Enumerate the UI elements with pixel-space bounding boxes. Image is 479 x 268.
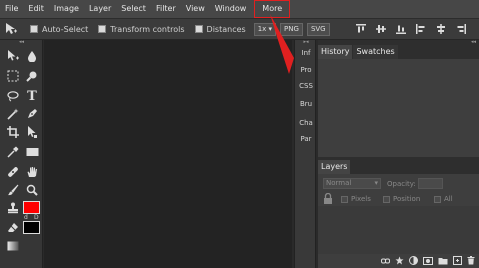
chevron-down-icon: ▾ <box>266 24 273 33</box>
mini-panel-paragraph[interactable]: Par <box>295 135 317 143</box>
mini-panel-brush[interactable]: Bru <box>295 100 317 108</box>
foreground-color-swatch[interactable] <box>23 201 40 214</box>
checkbox-box <box>434 195 441 203</box>
lock-icon <box>323 192 333 204</box>
menu-more[interactable]: More <box>254 0 291 18</box>
magic-wand-icon[interactable] <box>5 106 21 122</box>
new-layer-icon[interactable] <box>453 256 462 267</box>
distances-checkbox[interactable]: Distances <box>194 24 246 34</box>
menu-file[interactable]: File <box>0 0 23 18</box>
menu-image[interactable]: Image <box>49 0 84 18</box>
align-right-icon[interactable] <box>454 22 468 36</box>
menu-layer[interactable]: Layer <box>84 0 116 18</box>
move-tool-icon[interactable] <box>5 48 21 64</box>
mini-panels-column: ▸◂ Inf Pro CSS Bru Cha Par <box>294 40 316 268</box>
tab-history[interactable]: History <box>318 45 353 59</box>
healing-brush-icon[interactable] <box>5 164 21 180</box>
png-button[interactable]: PNG <box>280 22 303 36</box>
checkbox-box <box>98 25 107 33</box>
lock-all-checkbox[interactable]: All <box>434 195 453 203</box>
align-top-icon[interactable] <box>354 22 368 36</box>
mini-panel-info[interactable]: Inf <box>295 49 317 57</box>
opacity-input[interactable] <box>418 178 443 189</box>
swap-colors-label[interactable]: D <box>34 214 39 221</box>
text-tool-icon[interactable]: T <box>24 88 40 104</box>
mini-panel-character[interactable]: Cha <box>295 119 317 127</box>
menu-bar: File Edit Image Layer Select Filter View… <box>0 0 479 18</box>
layers-footer <box>318 255 479 268</box>
mini-panel-css[interactable]: CSS <box>295 82 317 90</box>
magnifier-icon[interactable] <box>24 68 40 84</box>
eraser-icon[interactable] <box>5 220 21 236</box>
chevron-down-icon: ▾ <box>374 179 378 187</box>
right-panels: ◂◂ History Swatches Layers Normal ▾ Opac… <box>318 40 479 268</box>
checkbox-box <box>383 195 390 203</box>
tools-panel: ◂◂ T d D <box>0 40 43 268</box>
transform-controls-label: Transform controls <box>110 24 185 34</box>
layers-list[interactable] <box>318 206 479 254</box>
adjustment-layer-icon[interactable] <box>409 256 418 267</box>
brush-icon[interactable] <box>5 182 21 198</box>
pen-tool-icon[interactable] <box>24 106 40 122</box>
delete-layer-icon[interactable] <box>467 256 475 267</box>
layer-effects-icon[interactable] <box>395 256 404 267</box>
zoom-tool-icon[interactable] <box>24 182 40 198</box>
gradient-tool-icon[interactable] <box>5 238 21 254</box>
zoom-value: 1x <box>257 24 267 33</box>
eyedropper-icon[interactable] <box>5 144 21 160</box>
layers-panel-body: Normal ▾ Opacity: Pixels Position All <box>318 174 479 268</box>
lock-pixels-checkbox[interactable]: Pixels <box>341 195 371 203</box>
collapse-arrows-icon[interactable]: ◂◂ <box>0 40 43 45</box>
history-panel-body <box>318 59 479 157</box>
menu-filter[interactable]: Filter <box>151 0 181 18</box>
lock-all-label: All <box>444 195 453 203</box>
hand-tool-icon[interactable] <box>24 164 40 180</box>
svg-button[interactable]: SVG <box>306 22 330 36</box>
menu-view[interactable]: View <box>181 0 210 18</box>
tab-swatches[interactable]: Swatches <box>353 45 398 59</box>
align-bottom-icon[interactable] <box>394 22 408 36</box>
history-panel-tabs: History Swatches <box>318 45 479 59</box>
lock-pixels-label: Pixels <box>351 195 371 203</box>
menu-window[interactable]: Window <box>210 0 252 18</box>
menu-edit[interactable]: Edit <box>23 0 49 18</box>
mini-panel-properties[interactable]: Pro <box>295 66 317 74</box>
clone-stamp-icon[interactable] <box>5 200 21 216</box>
collapse-arrows-icon[interactable]: ▸◂ <box>295 40 317 45</box>
tab-layers[interactable]: Layers <box>318 160 351 174</box>
zoom-select[interactable]: 1x ▾ <box>253 22 277 36</box>
checkbox-box <box>194 25 203 33</box>
background-color-swatch[interactable] <box>23 221 40 234</box>
opacity-label: Opacity: <box>387 180 416 188</box>
lasso-icon[interactable] <box>5 88 21 104</box>
move-tool-icon <box>4 22 18 36</box>
auto-select-checkbox[interactable]: Auto-Select <box>30 25 88 34</box>
default-colors-label[interactable]: d <box>24 214 28 221</box>
new-group-icon[interactable] <box>438 257 448 267</box>
lock-position-checkbox[interactable]: Position <box>383 195 420 203</box>
auto-select-label: Auto-Select <box>42 24 89 34</box>
crop-tool-icon[interactable] <box>5 124 21 140</box>
align-middle-icon[interactable] <box>374 22 388 36</box>
layers-panel-tabs: Layers <box>318 160 479 174</box>
align-center-icon[interactable] <box>434 22 448 36</box>
menu-select[interactable]: Select <box>116 0 151 18</box>
blend-mode-select[interactable]: Normal ▾ <box>323 178 381 189</box>
checkbox-box <box>30 25 38 33</box>
marquee-select-icon[interactable] <box>5 68 21 84</box>
transform-controls-checkbox[interactable]: Transform controls <box>98 24 185 34</box>
lock-position-label: Position <box>393 195 421 203</box>
paint-bucket-icon[interactable] <box>24 48 40 64</box>
rectangle-shape-icon[interactable] <box>24 144 40 160</box>
blend-mode-value: Normal <box>326 179 352 187</box>
direct-select-icon[interactable] <box>24 124 40 140</box>
options-bar: Auto-Select Transform controls Distances… <box>0 18 479 40</box>
align-left-icon[interactable] <box>414 22 428 36</box>
canvas-area[interactable] <box>44 40 292 268</box>
layer-mask-icon[interactable] <box>423 256 433 267</box>
link-layers-icon[interactable] <box>381 257 390 267</box>
distances-label: Distances <box>206 24 246 34</box>
checkbox-box <box>341 195 348 203</box>
